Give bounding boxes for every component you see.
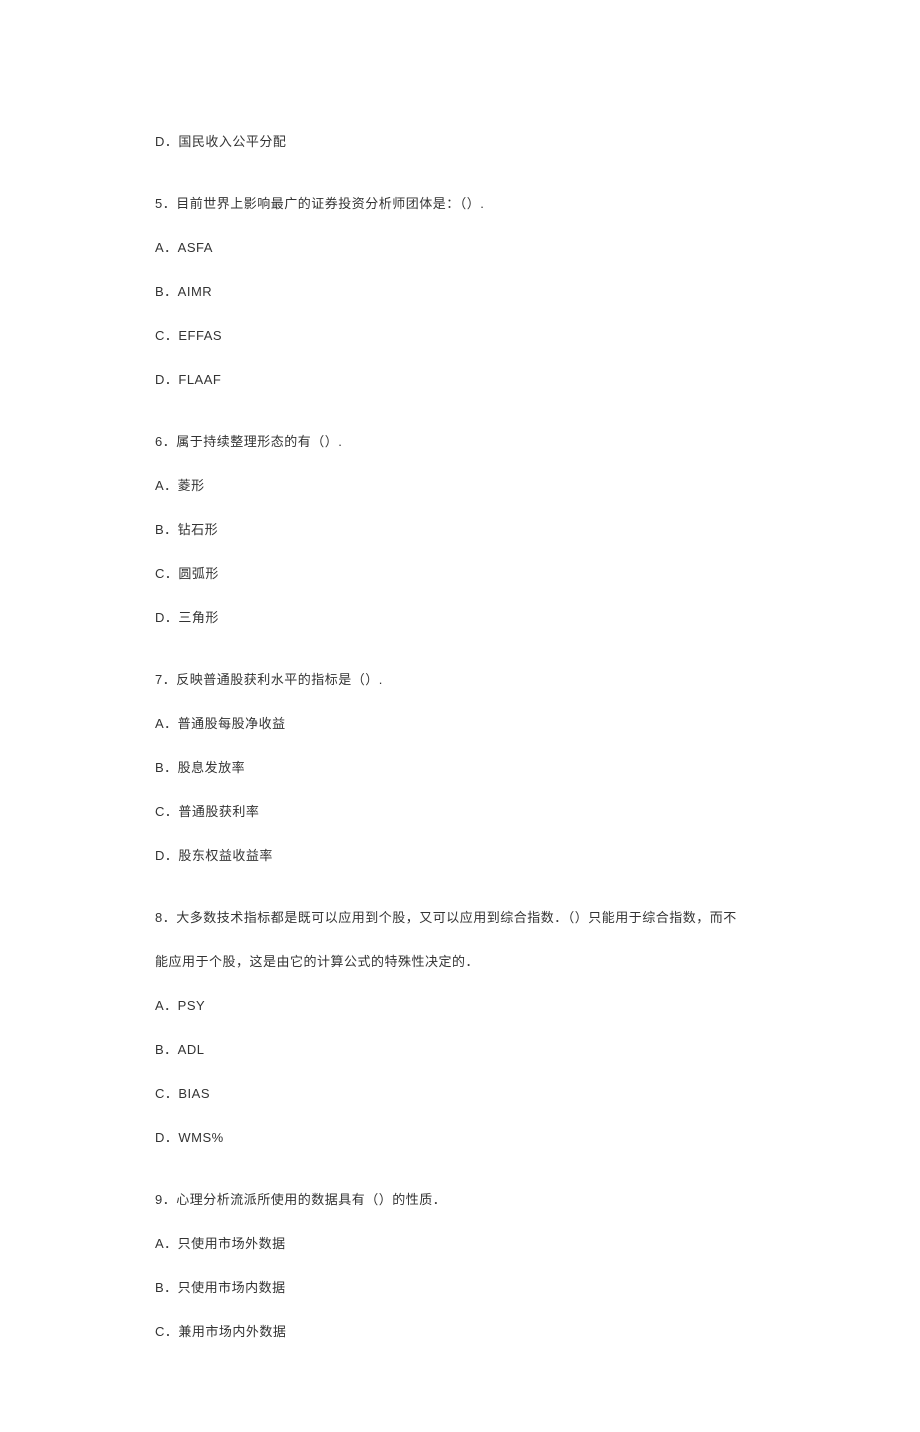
option-c: C．BIAS [155, 1072, 765, 1116]
document-page: D．国民收入公平分配 5．目前世界上影响最广的证券投资分析师团体是：（）. A．… [0, 0, 920, 1432]
question-6: 6．属于持续整理形态的有（）. A．菱形 B．钻石形 C．圆弧形 D．三角形 [155, 420, 765, 640]
question-stem: 5．目前世界上影响最广的证券投资分析师团体是：（）. [155, 182, 765, 226]
option-a: A．普通股每股净收益 [155, 702, 765, 746]
option-c: C．普通股获利率 [155, 790, 765, 834]
option-d: D．三角形 [155, 596, 765, 640]
option-a: A．菱形 [155, 464, 765, 508]
question-7: 7．反映普通股获利水平的指标是（）. A．普通股每股净收益 B．股息发放率 C．… [155, 658, 765, 878]
question-stem: 9．心理分析流派所使用的数据具有（）的性质． [155, 1178, 765, 1222]
option-c: C．EFFAS [155, 314, 765, 358]
option-b: B．钻石形 [155, 508, 765, 552]
question-5: 5．目前世界上影响最广的证券投资分析师团体是：（）. A．ASFA B．AIMR… [155, 182, 765, 402]
option-a: A．ASFA [155, 226, 765, 270]
question-stem: 7．反映普通股获利水平的指标是（）. [155, 658, 765, 702]
option-b: B．只使用市场内数据 [155, 1266, 765, 1310]
option-b: B．ADL [155, 1028, 765, 1072]
question-fragment: D．国民收入公平分配 [155, 120, 765, 164]
option-a: A．只使用市场外数据 [155, 1222, 765, 1266]
question-stem-line2: 能应用于个股，这是由它的计算公式的特殊性决定的． [155, 940, 765, 984]
option-c: C．圆弧形 [155, 552, 765, 596]
option-d: D．国民收入公平分配 [155, 120, 765, 164]
question-stem-line1: 8．大多数技术指标都是既可以应用到个股，又可以应用到综合指数．（）只能用于综合指… [155, 896, 765, 940]
option-b: B．AIMR [155, 270, 765, 314]
option-d: D．股东权益收益率 [155, 834, 765, 878]
option-b: B．股息发放率 [155, 746, 765, 790]
question-8: 8．大多数技术指标都是既可以应用到个股，又可以应用到综合指数．（）只能用于综合指… [155, 896, 765, 1160]
option-d: D．WMS% [155, 1116, 765, 1160]
option-c: C．兼用市场内外数据 [155, 1310, 765, 1354]
option-d: D．FLAAF [155, 358, 765, 402]
question-stem: 6．属于持续整理形态的有（）. [155, 420, 765, 464]
question-9: 9．心理分析流派所使用的数据具有（）的性质． A．只使用市场外数据 B．只使用市… [155, 1178, 765, 1354]
option-a: A．PSY [155, 984, 765, 1028]
